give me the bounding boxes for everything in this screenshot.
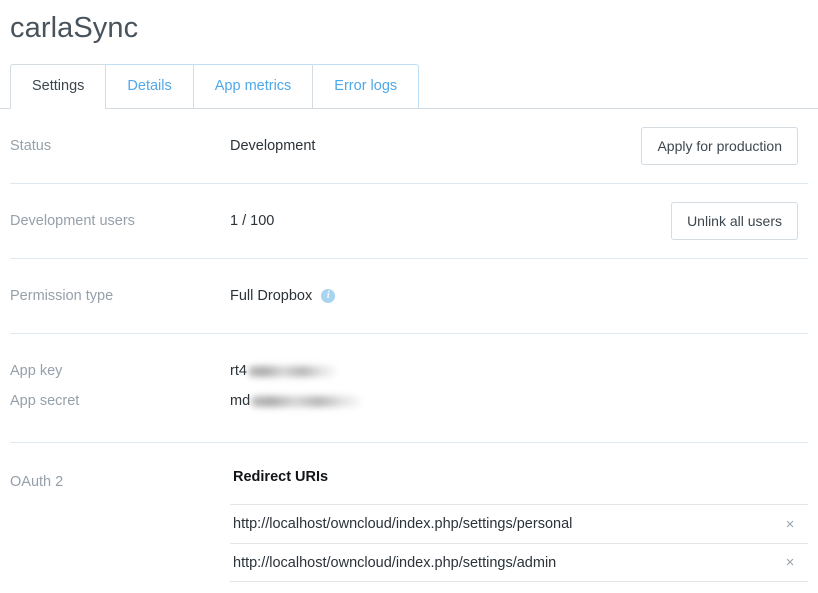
permission-type-label: Permission type	[10, 288, 230, 304]
status-value: Development	[230, 138, 641, 154]
permission-type-value-wrap: Full Dropbox i	[230, 288, 808, 304]
row-status: Status Development Apply for production	[10, 109, 808, 184]
development-users-value: 1 / 100	[230, 213, 671, 229]
redirect-uri-row: http://localhost/owncloud/index.php/sett…	[230, 504, 808, 543]
tab-settings[interactable]: Settings	[10, 64, 105, 109]
redirect-uri-input[interactable]: http://localhost/owncloud/index.php/sett…	[230, 555, 772, 571]
app-key-value-row: rt4	[230, 356, 808, 386]
row-development-users: Development users 1 / 100 Unlink all use…	[10, 184, 808, 259]
app-secret-value-row: md	[230, 386, 808, 416]
row-oauth2: OAuth 2 Redirect URIs http://localhost/o…	[10, 443, 808, 582]
tab-app-metrics[interactable]: App metrics	[193, 64, 313, 109]
tab-list: Settings Details App metrics Error logs	[10, 64, 818, 109]
unlink-all-users-button[interactable]: Unlink all users	[671, 202, 798, 240]
permission-type-value: Full Dropbox	[230, 288, 312, 304]
remove-redirect-uri-icon[interactable]: ×	[772, 555, 808, 570]
development-users-action: Unlink all users	[671, 202, 808, 240]
settings-content: Status Development Apply for production …	[0, 109, 818, 582]
redirect-uris-heading: Redirect URIs	[233, 469, 808, 485]
tab-error-logs[interactable]: Error logs	[312, 64, 419, 109]
oauth2-content: Redirect URIs http://localhost/owncloud/…	[230, 469, 808, 582]
status-label: Status	[10, 138, 230, 154]
app-secret-masked-value	[251, 396, 361, 407]
oauth2-label: OAuth 2	[10, 469, 230, 490]
info-icon[interactable]: i	[321, 289, 335, 303]
remove-redirect-uri-icon[interactable]: ×	[772, 517, 808, 532]
app-credentials-values: rt4 md	[230, 356, 808, 416]
status-action: Apply for production	[641, 127, 808, 165]
tab-strip: Settings Details App metrics Error logs	[0, 64, 818, 109]
apply-for-production-button[interactable]: Apply for production	[641, 127, 798, 165]
app-key-value-prefix: rt4	[230, 356, 247, 386]
app-secret-value-prefix: md	[230, 386, 250, 416]
row-app-credentials: App key App secret rt4 md	[10, 334, 808, 443]
page-title: carlaSync	[0, 0, 818, 48]
development-users-label: Development users	[10, 213, 230, 229]
app-credentials-labels: App key App secret	[10, 356, 230, 416]
app-key-masked-value	[248, 366, 336, 377]
redirect-uri-input[interactable]: http://localhost/owncloud/index.php/sett…	[230, 516, 772, 532]
tab-details[interactable]: Details	[105, 64, 192, 109]
app-secret-label: App secret	[10, 386, 230, 416]
row-permission-type: Permission type Full Dropbox i	[10, 259, 808, 334]
app-key-label: App key	[10, 356, 230, 386]
redirect-uri-row: http://localhost/owncloud/index.php/sett…	[230, 543, 808, 582]
